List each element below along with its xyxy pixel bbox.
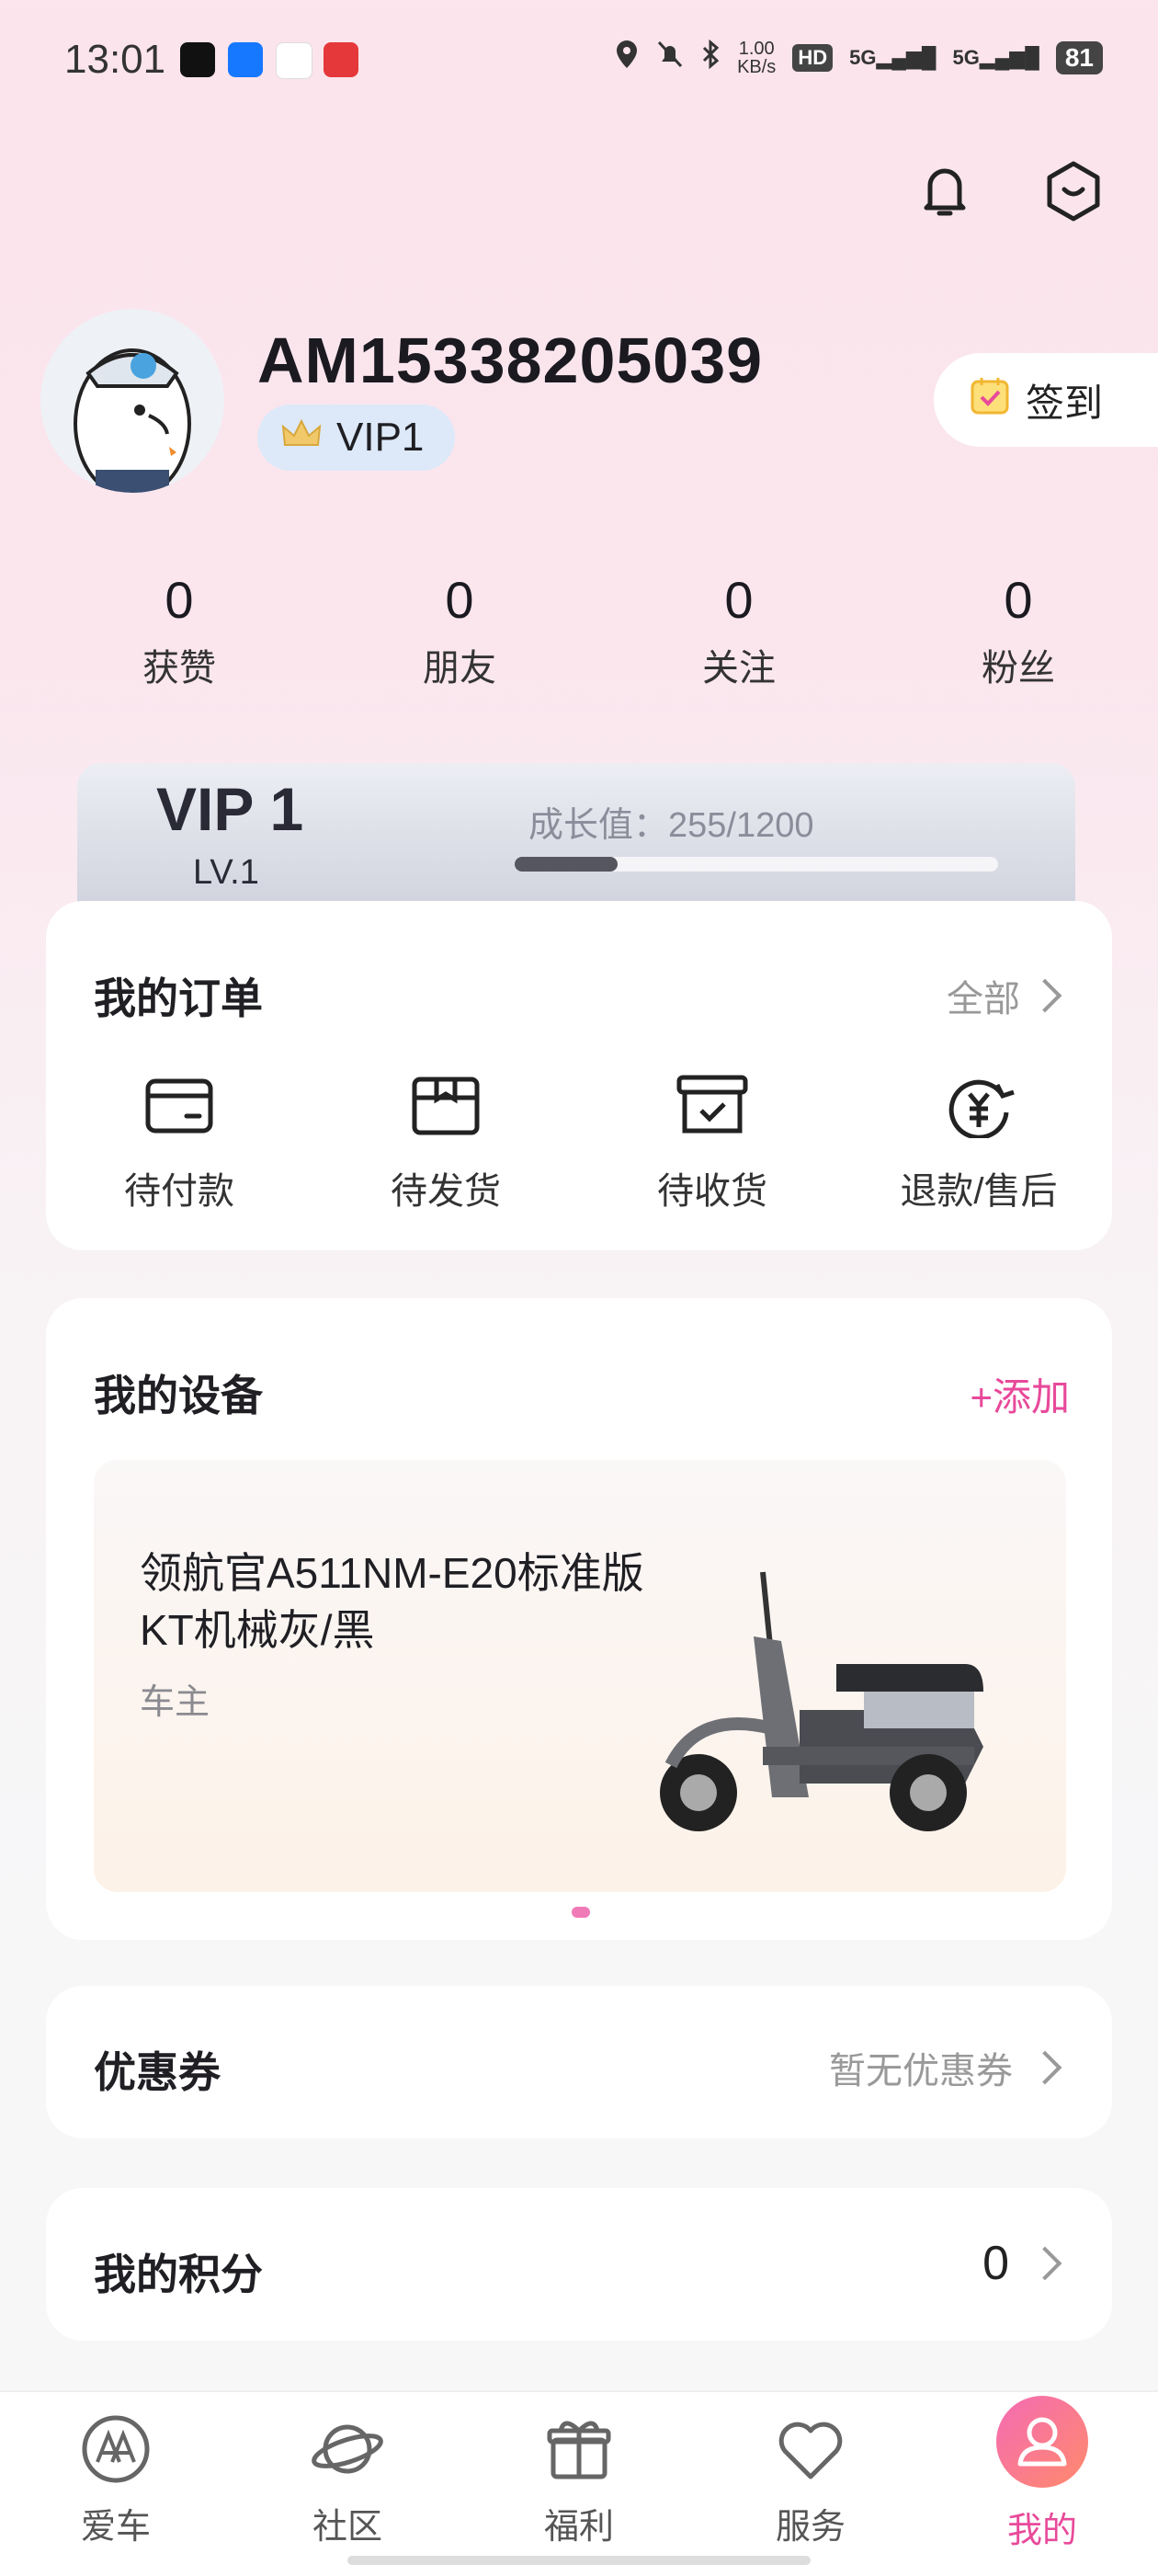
add-device-button[interactable]: +添加 [970,1366,1070,1422]
order-pending-payment[interactable]: 待付款 [64,1074,294,1214]
checkin-label: 签到 [1026,381,1104,425]
stat-value: 0 [724,571,754,629]
avatar[interactable] [40,309,224,493]
username: AM15338205039 [257,325,764,396]
stat-value: 0 [165,571,194,629]
chevron-right-icon [1027,2050,1062,2085]
checkin-button[interactable]: 签到 [934,353,1158,447]
mute-icon [656,40,684,76]
box-check-icon [676,1075,749,1142]
order-label: 退款/售后 [900,1171,1058,1212]
map-app-icon [276,42,312,79]
orders-all-link[interactable]: 全部 [947,969,1062,1022]
package-icon [409,1077,482,1142]
coupons-title: 优惠券 [94,2048,221,2096]
growth-label: 成长值：255/1200 [528,806,814,845]
heart-icon [774,2422,847,2490]
location-icon [614,39,640,77]
net-speed: 1.00 KB/s [737,39,777,77]
calendar-check-icon [969,374,1011,426]
stat-value: 0 [1004,571,1033,629]
stat-likes[interactable]: 0 获赞 [87,568,271,691]
scooter-image [634,1563,1002,1839]
tab-label: 福利 [543,2508,614,2547]
points-title: 我的积分 [94,2251,263,2298]
tab-benefits[interactable]: 福利 [505,2412,653,2548]
vip-level: LV.1 [193,853,259,892]
tab-label: 服务 [775,2508,846,2547]
stat-fans[interactable]: 0 粉丝 [926,568,1110,691]
tab-label: 爱车 [80,2508,151,2547]
tab-community[interactable]: 社区 [274,2412,421,2548]
device-role: 车主 [140,1683,210,1722]
order-label: 待收货 [657,1171,767,1212]
orders-title: 我的订单 [94,975,263,1022]
stat-following[interactable]: 0 关注 [647,568,831,691]
battery-indicator: 81 [1055,41,1103,74]
vip-badge-label: VIP1 [336,415,425,460]
devices-title: 我的设备 [94,1372,263,1419]
refund-icon [942,1079,1016,1142]
order-refund[interactable]: 退款/售后 [864,1074,1094,1214]
gift-icon [542,2421,616,2490]
order-label: 待发货 [391,1171,501,1212]
bell-icon[interactable] [910,156,980,226]
orders-all-label: 全部 [947,979,1020,1020]
signal-2: 5G▂▄▆█ [952,46,1039,69]
wallet-icon [142,1078,216,1142]
car-logo-icon [79,2415,153,2490]
order-pending-receipt[interactable]: 待收货 [597,1074,827,1214]
points-value: 0 [982,2236,1062,2291]
stat-friends[interactable]: 0 朋友 [368,568,551,691]
vip-title: VIP 1 [156,775,304,843]
tiktok-app-icon [180,42,215,77]
tab-mine[interactable]: 我的 [969,2396,1116,2552]
chevron-right-icon [1027,978,1062,1013]
stat-value: 0 [445,571,474,629]
signal-1: 5G▂▄▆█ [849,46,937,69]
vip-badge[interactable]: VIP1 [257,405,456,471]
order-pending-shipment[interactable]: 待发货 [331,1074,561,1214]
points-value-label: 0 [982,2237,1009,2290]
stat-label: 获赞 [142,648,216,689]
bluetooth-icon [700,39,721,76]
growth-progress-fill [515,857,618,872]
status-right: 1.00 KB/s HD 5G▂▄▆█ 5G▂▄▆█ 81 [614,39,1103,77]
coupons-value: 暂无优惠券 [829,2041,1062,2094]
home-indicator [347,2556,811,2565]
stat-label: 关注 [702,648,776,689]
carousel-dot [572,1907,590,1918]
order-label: 待付款 [124,1171,234,1212]
shopping-app-icon [324,42,358,77]
crown-icon [281,415,322,461]
status-time: 13:01 [64,37,166,82]
alipay-app-icon [228,42,263,77]
tab-label: 社区 [312,2508,382,2547]
tab-car[interactable]: 爱车 [42,2412,189,2548]
planet-icon [311,2424,384,2490]
stat-label: 粉丝 [982,648,1055,689]
tab-service[interactable]: 服务 [737,2412,884,2548]
coupons-value-label: 暂无优惠券 [829,2051,1013,2092]
chevron-right-icon [1027,2246,1062,2281]
hd-badge: HD [792,44,834,72]
user-icon [994,2396,1090,2493]
tab-label: 我的 [1006,2512,1077,2550]
stat-label: 朋友 [423,648,496,689]
settings-hex-icon[interactable] [1039,156,1108,226]
